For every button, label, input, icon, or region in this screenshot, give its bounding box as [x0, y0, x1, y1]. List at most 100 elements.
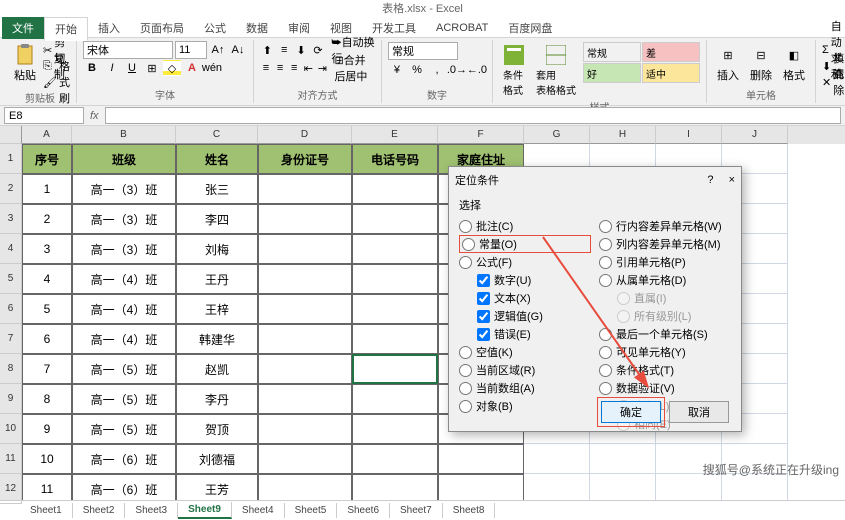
align-right-button[interactable]: ≡: [288, 60, 300, 76]
data-cell[interactable]: [438, 444, 524, 474]
align-left-button[interactable]: ≡: [260, 60, 272, 76]
cell-styles[interactable]: 常规 差 好 适中: [583, 42, 700, 83]
dialog-option-input[interactable]: [459, 346, 472, 359]
empty-cell[interactable]: [590, 444, 656, 474]
data-cell[interactable]: 高一（3）班: [72, 204, 176, 234]
data-cell[interactable]: [258, 384, 352, 414]
data-cell[interactable]: [352, 264, 438, 294]
decrease-decimal-button[interactable]: ←.0: [468, 62, 486, 78]
increase-decimal-button[interactable]: .0→: [448, 62, 466, 78]
data-cell[interactable]: 3: [22, 234, 72, 264]
dialog-option[interactable]: 条件格式(T): [599, 361, 731, 379]
sheet-tab-Sheet5[interactable]: Sheet5: [285, 503, 338, 518]
col-header-B[interactable]: B: [72, 126, 176, 144]
select-all-corner[interactable]: [0, 126, 22, 144]
ribbon-tab-6[interactable]: 审阅: [278, 17, 320, 39]
dialog-option[interactable]: 对象(B): [459, 397, 591, 415]
style-neutral[interactable]: 适中: [642, 63, 700, 83]
dialog-option-input[interactable]: [477, 292, 490, 305]
dialog-option[interactable]: 当前区域(R): [459, 361, 591, 379]
empty-cell[interactable]: [524, 444, 590, 474]
data-cell[interactable]: [258, 234, 352, 264]
decrease-font-button[interactable]: A↓: [229, 42, 247, 58]
border-button[interactable]: ⊞: [143, 60, 161, 76]
row-header-1[interactable]: 1: [0, 144, 22, 174]
data-cell[interactable]: 1: [22, 174, 72, 204]
dialog-option[interactable]: 列内容差异单元格(M): [599, 235, 731, 253]
row-header-5[interactable]: 5: [0, 264, 22, 294]
ribbon-tab-5[interactable]: 数据: [236, 17, 278, 39]
data-cell[interactable]: 贺顶: [176, 414, 258, 444]
dialog-option-input[interactable]: [599, 382, 612, 395]
data-cell[interactable]: 10: [22, 444, 72, 474]
dialog-option[interactable]: 可见单元格(Y): [599, 343, 731, 361]
dialog-option[interactable]: 公式(F): [459, 253, 591, 271]
table-header[interactable]: 电话号码: [352, 144, 438, 174]
col-header-G[interactable]: G: [524, 126, 590, 144]
data-cell[interactable]: 王芳: [176, 474, 258, 500]
data-cell[interactable]: [352, 474, 438, 500]
increase-indent-button[interactable]: ⇥: [316, 60, 328, 76]
dialog-option-input[interactable]: [477, 274, 490, 287]
data-cell[interactable]: 王梓: [176, 294, 258, 324]
dialog-option-input[interactable]: [462, 238, 475, 251]
dialog-option-input[interactable]: [599, 274, 612, 287]
ribbon-tab-10[interactable]: 百度网盘: [498, 17, 562, 39]
data-cell[interactable]: 6: [22, 324, 72, 354]
data-cell[interactable]: 高一（4）班: [72, 264, 176, 294]
dialog-ok-button[interactable]: 确定: [601, 401, 661, 423]
name-box[interactable]: [4, 107, 84, 124]
align-top-button[interactable]: ⬆: [260, 42, 275, 58]
col-header-A[interactable]: A: [22, 126, 72, 144]
dialog-option-input[interactable]: [459, 256, 472, 269]
data-cell[interactable]: 韩建华: [176, 324, 258, 354]
data-cell[interactable]: 高一（6）班: [72, 444, 176, 474]
data-cell[interactable]: 高一（3）班: [72, 174, 176, 204]
data-cell[interactable]: [352, 414, 438, 444]
table-header[interactable]: 序号: [22, 144, 72, 174]
data-cell[interactable]: [258, 474, 352, 500]
data-cell[interactable]: [258, 324, 352, 354]
data-cell[interactable]: [258, 174, 352, 204]
col-header-I[interactable]: I: [656, 126, 722, 144]
currency-button[interactable]: ¥: [388, 62, 406, 78]
empty-cell[interactable]: [524, 474, 590, 500]
data-cell[interactable]: [352, 444, 438, 474]
decrease-indent-button[interactable]: ⇤: [302, 60, 314, 76]
dialog-option[interactable]: 逻辑值(G): [459, 307, 591, 325]
fx-icon[interactable]: fx: [90, 110, 99, 122]
format-painter-button[interactable]: 🖌格式刷: [43, 74, 70, 90]
data-cell[interactable]: 高一（6）班: [72, 474, 176, 500]
data-cell[interactable]: 高一（5）班: [72, 414, 176, 444]
dialog-option[interactable]: 从属单元格(D): [599, 271, 731, 289]
ribbon-tab-9[interactable]: ACROBAT: [426, 19, 498, 37]
row-header-4[interactable]: 4: [0, 234, 22, 264]
data-cell[interactable]: 高一（4）班: [72, 294, 176, 324]
table-header[interactable]: 身份证号: [258, 144, 352, 174]
col-header-E[interactable]: E: [352, 126, 438, 144]
dialog-help-button[interactable]: ?: [707, 174, 713, 186]
dialog-option-input[interactable]: [477, 328, 490, 341]
dialog-cancel-button[interactable]: 取消: [669, 401, 729, 423]
data-cell[interactable]: [258, 354, 352, 384]
dialog-option[interactable]: 行内容差异单元格(W): [599, 217, 731, 235]
row-header-7[interactable]: 7: [0, 324, 22, 354]
data-cell[interactable]: 赵凯: [176, 354, 258, 384]
col-header-D[interactable]: D: [258, 126, 352, 144]
insert-cells-button[interactable]: ⊞插入: [713, 42, 743, 85]
row-header-11[interactable]: 11: [0, 444, 22, 474]
dialog-option-input[interactable]: [459, 364, 472, 377]
col-header-H[interactable]: H: [590, 126, 656, 144]
sheet-tab-Sheet1[interactable]: Sheet1: [20, 503, 73, 518]
row-header-6[interactable]: 6: [0, 294, 22, 324]
sheet-tab-Sheet2[interactable]: Sheet2: [73, 503, 126, 518]
italic-button[interactable]: I: [103, 60, 121, 76]
formula-bar[interactable]: [105, 107, 841, 124]
ribbon-tab-0[interactable]: 文件: [2, 17, 44, 39]
increase-font-button[interactable]: A↑: [209, 42, 227, 58]
dialog-option[interactable]: 数据验证(V): [599, 379, 731, 397]
row-header-2[interactable]: 2: [0, 174, 22, 204]
data-cell[interactable]: 8: [22, 384, 72, 414]
data-cell[interactable]: [352, 324, 438, 354]
phonetic-button[interactable]: wén: [203, 60, 221, 76]
